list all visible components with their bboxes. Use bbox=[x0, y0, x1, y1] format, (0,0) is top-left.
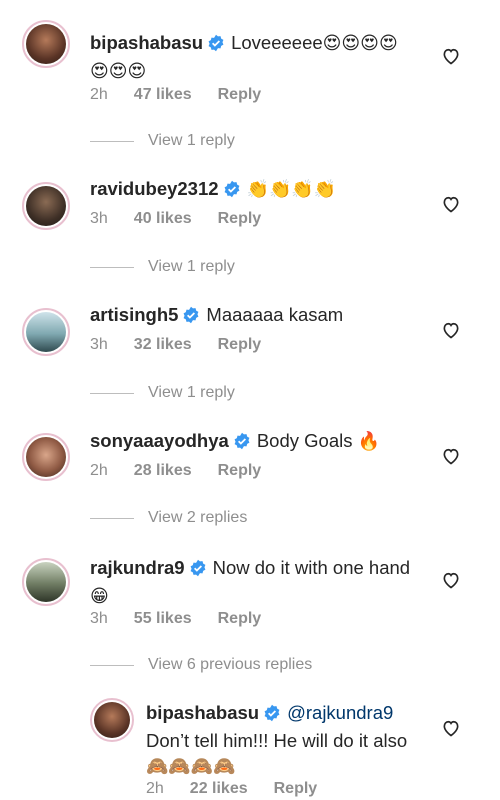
comment-meta: 2h 47 likes Reply bbox=[90, 86, 261, 104]
comment-body: ravidubey2312 👏👏👏👏 bbox=[90, 176, 420, 204]
comment-username[interactable]: sonyaaayodhya bbox=[90, 430, 229, 451]
comment-emoji: 🔥 bbox=[357, 431, 381, 452]
view-replies-label: View 2 replies bbox=[148, 509, 248, 526]
view-replies-label: View 6 previous replies bbox=[148, 656, 313, 673]
verified-badge-icon bbox=[223, 179, 241, 204]
comment-time: 3h bbox=[90, 610, 108, 627]
heart-outline-icon[interactable] bbox=[441, 194, 461, 214]
view-replies-button[interactable]: View 6 previous replies bbox=[90, 655, 312, 675]
likes-count[interactable]: 55 likes bbox=[134, 610, 192, 628]
comment-meta: 3h 40 likes Reply bbox=[90, 210, 261, 228]
avatar[interactable] bbox=[22, 558, 70, 606]
comment-emoji: 🙈🙈🙈🙈 bbox=[146, 756, 236, 777]
comment-text: Maaaaaa kasam bbox=[206, 304, 344, 325]
view-replies-label: View 1 reply bbox=[148, 258, 235, 275]
reply-button[interactable]: Reply bbox=[218, 336, 262, 354]
comment-meta: 2h 22 likes Reply bbox=[146, 780, 317, 798]
heart-outline-icon[interactable] bbox=[441, 570, 461, 590]
comment-time: 3h bbox=[90, 210, 108, 227]
comment-text: Body Goals bbox=[256, 430, 353, 451]
likes-count[interactable]: 47 likes bbox=[134, 86, 192, 104]
comment-username[interactable]: ravidubey2312 bbox=[90, 178, 219, 199]
comment-text: Don’t tell him!!! He will do it also bbox=[146, 730, 408, 751]
likes-count[interactable]: 28 likes bbox=[134, 462, 192, 480]
view-replies-label: View 1 reply bbox=[148, 384, 235, 401]
divider bbox=[90, 266, 134, 268]
comment-body: bipashabasu Loveeeeee😍😍😍😍 😍😍😍 bbox=[90, 30, 420, 84]
comment-time: 2h bbox=[90, 462, 108, 479]
likes-count[interactable]: 40 likes bbox=[134, 210, 192, 228]
comment-body: sonyaaayodhya Body Goals 🔥 bbox=[90, 428, 420, 456]
comment-body: rajkundra9 Now do it with one hand 😁 bbox=[90, 555, 420, 609]
comment-emoji: 😁 bbox=[90, 586, 109, 607]
view-replies-button[interactable]: View 1 reply bbox=[90, 257, 235, 277]
verified-badge-icon bbox=[207, 33, 225, 58]
comment-time: 2h bbox=[90, 86, 108, 103]
divider bbox=[90, 517, 134, 519]
view-replies-button[interactable]: View 2 replies bbox=[90, 508, 247, 528]
heart-outline-icon[interactable] bbox=[441, 46, 461, 66]
comment-emoji: 😍😍😍 bbox=[90, 61, 147, 82]
reply-button[interactable]: Reply bbox=[218, 462, 262, 480]
comment-body: bipashabasu @rajkundra9 Don’t tell him!!!… bbox=[146, 700, 436, 779]
avatar[interactable] bbox=[22, 20, 70, 68]
verified-badge-icon bbox=[263, 703, 281, 728]
avatar[interactable] bbox=[22, 308, 70, 356]
avatar[interactable] bbox=[90, 698, 134, 742]
heart-outline-icon[interactable] bbox=[441, 320, 461, 340]
heart-outline-icon[interactable] bbox=[441, 446, 461, 466]
verified-badge-icon bbox=[189, 558, 207, 583]
view-replies-button[interactable]: View 1 reply bbox=[90, 383, 235, 403]
divider bbox=[90, 392, 134, 394]
comment-time: 2h bbox=[146, 780, 164, 797]
comment-meta: 2h 28 likes Reply bbox=[90, 462, 261, 480]
comment-meta: 3h 32 likes Reply bbox=[90, 336, 261, 354]
mention-link[interactable]: @rajkundra9 bbox=[287, 702, 393, 723]
comment-username[interactable]: rajkundra9 bbox=[90, 557, 185, 578]
comment-text: Now do it with one hand bbox=[212, 557, 411, 578]
comment-username[interactable]: artisingh5 bbox=[90, 304, 178, 325]
comment-text: Loveeeeee bbox=[231, 32, 323, 53]
likes-count[interactable]: 22 likes bbox=[190, 780, 248, 798]
comment-username[interactable]: bipashabasu bbox=[90, 32, 203, 53]
comment-time: 3h bbox=[90, 336, 108, 353]
comment-meta: 3h 55 likes Reply bbox=[90, 610, 261, 628]
verified-badge-icon bbox=[233, 431, 251, 456]
divider bbox=[90, 140, 134, 142]
divider bbox=[90, 664, 134, 666]
view-replies-label: View 1 reply bbox=[148, 132, 235, 149]
comment-body: artisingh5 Maaaaaa kasam bbox=[90, 302, 420, 330]
likes-count[interactable]: 32 likes bbox=[134, 336, 192, 354]
view-replies-button[interactable]: View 1 reply bbox=[90, 131, 235, 151]
comment-emoji: 👏👏👏👏 bbox=[246, 179, 337, 200]
comment-username[interactable]: bipashabasu bbox=[146, 702, 259, 723]
avatar[interactable] bbox=[22, 433, 70, 481]
reply-button[interactable]: Reply bbox=[218, 610, 262, 628]
reply-button[interactable]: Reply bbox=[218, 210, 262, 228]
reply-button[interactable]: Reply bbox=[274, 780, 318, 798]
comment-emoji: 😍😍😍😍 bbox=[322, 33, 398, 54]
verified-badge-icon bbox=[182, 305, 200, 330]
avatar[interactable] bbox=[22, 182, 70, 230]
heart-outline-icon[interactable] bbox=[441, 718, 461, 738]
reply-button[interactable]: Reply bbox=[218, 86, 262, 104]
